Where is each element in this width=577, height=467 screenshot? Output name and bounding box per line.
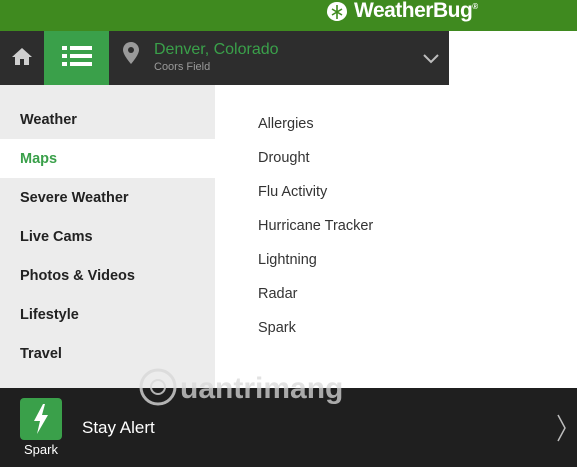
home-icon — [11, 46, 33, 71]
nav-bar-blank — [449, 31, 577, 85]
submenu-item-flu-activity[interactable]: Flu Activity — [258, 184, 327, 200]
sidebar-item-travel[interactable]: Travel — [0, 334, 215, 373]
stay-alert-bar[interactable]: Spark Stay Alert — [0, 388, 577, 467]
location-city: Denver, Colorado — [154, 41, 279, 58]
sidebar-item-weather[interactable]: Weather — [0, 100, 215, 139]
chevron-down-icon[interactable] — [423, 51, 439, 69]
sidebar-item-severe-weather[interactable]: Severe Weather — [0, 178, 215, 217]
stay-alert-text: Stay Alert — [82, 418, 155, 437]
list-menu-icon — [61, 45, 92, 72]
sidebar-item-live-cams[interactable]: Live Cams — [0, 217, 215, 256]
maps-submenu: Allergies Drought Flu Activity Hurricane… — [215, 85, 577, 388]
weatherbug-logo[interactable]: WeatherBug® — [324, 0, 478, 22]
location-place: Coors Field — [154, 61, 211, 73]
menu-button[interactable] — [44, 31, 109, 85]
weatherbug-logo-icon — [324, 0, 350, 22]
spark-lightning-icon[interactable] — [20, 398, 62, 440]
submenu-item-lightning[interactable]: Lightning — [258, 252, 317, 268]
location-selector[interactable]: Denver, Colorado Coors Field — [109, 31, 449, 85]
submenu-item-allergies[interactable]: Allergies — [258, 116, 314, 132]
spark-label: Spark — [24, 442, 58, 457]
sidebar: Weather Maps Severe Weather Live Cams Ph… — [0, 85, 215, 388]
submenu-item-drought[interactable]: Drought — [258, 150, 310, 166]
location-pin-icon — [123, 42, 139, 69]
submenu-item-hurricane-tracker[interactable]: Hurricane Tracker — [258, 218, 373, 234]
chevron-right-icon[interactable] — [557, 414, 567, 447]
sidebar-item-lifestyle[interactable]: Lifestyle — [0, 295, 215, 334]
sidebar-item-maps[interactable]: Maps — [0, 139, 215, 178]
top-bar: WeatherBug® — [0, 0, 577, 31]
sidebar-item-photos-videos[interactable]: Photos & Videos — [0, 256, 215, 295]
submenu-item-radar[interactable]: Radar — [258, 286, 298, 302]
home-button[interactable] — [0, 31, 44, 85]
brand-name: WeatherBug® — [354, 0, 478, 22]
submenu-item-spark[interactable]: Spark — [258, 320, 296, 336]
